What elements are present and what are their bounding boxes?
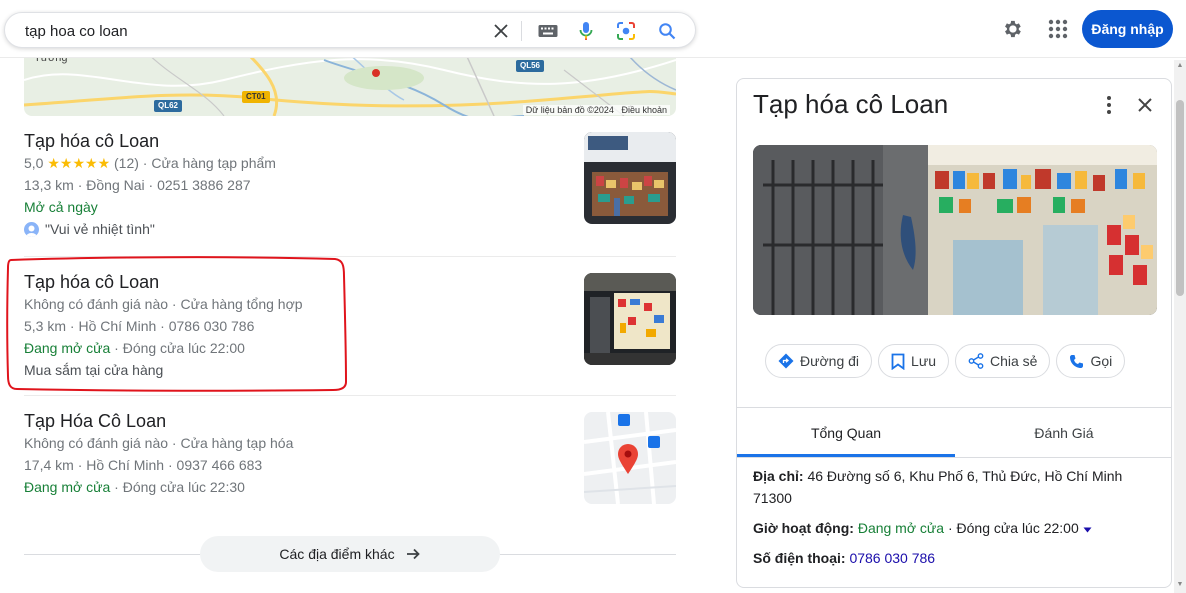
close-icon[interactable] [1133, 93, 1157, 117]
arrow-right-icon [406, 548, 420, 560]
open-status: Đang mở cửa [24, 479, 111, 495]
phone-link[interactable]: 0786 030 786 [849, 550, 935, 566]
login-button[interactable]: Đăng nhập [1082, 10, 1173, 48]
place-result[interactable]: Tạp hóa cô Loan 5,0 ★★★★★ (12) · Cửa hàn… [24, 130, 676, 257]
category: Cửa hàng tạp hóa [180, 435, 294, 451]
hours-label: Giờ hoạt động: [753, 520, 854, 536]
scroll-thumb[interactable] [1176, 100, 1184, 296]
address-label: Địa chỉ: [753, 468, 804, 484]
settings-gear-icon[interactable] [998, 15, 1026, 43]
panel-divider [737, 407, 1171, 408]
phone: 0251 3886 287 [157, 177, 251, 193]
scroll-up-arrow-icon[interactable]: ▲ [1176, 62, 1184, 70]
place-title[interactable]: Tạp Hóa Cô Loan [24, 410, 676, 432]
panel-title: Tạp hóa cô Loan [753, 89, 949, 119]
directions-button[interactable]: Đường đi [765, 344, 873, 378]
place-title[interactable]: Tạp hóa cô Loan [24, 130, 676, 152]
place-thumbnail[interactable] [584, 273, 676, 365]
share-icon [968, 353, 984, 369]
keyboard-icon[interactable] [536, 19, 560, 43]
place-result[interactable]: Tạp Hóa Cô Loan Không có đánh giá nào · … [24, 410, 676, 504]
clear-icon[interactable] [489, 19, 513, 43]
highlight-annotation [6, 256, 348, 392]
map-attribution: Dữ liệu bản đồ ©2024 Điều khoản [522, 105, 670, 115]
bookmark-icon [891, 353, 905, 370]
dropdown-caret-icon[interactable] [1083, 527, 1092, 533]
place-photo[interactable] [753, 145, 1157, 315]
knowledge-panel: Tạp hóa cô Loan Đường đi Lưu Chia sẻ Gọi… [736, 78, 1172, 588]
rating-value: 5,0 [24, 155, 44, 171]
top-bar: Đăng nhập [0, 0, 1186, 58]
panel-actions: Đường đi Lưu Chia sẻ Gọi [765, 344, 1126, 378]
map-terms-link[interactable]: Điều khoản [621, 105, 667, 115]
hours-row: Giờ hoạt động: Đang mở cửa · Đóng cửa lú… [753, 517, 1092, 539]
rating-line: 5,0 ★★★★★ (12) · Cửa hàng tạp phẩm [24, 155, 276, 171]
microphone-icon[interactable] [574, 19, 598, 43]
apps-grid-icon[interactable] [1044, 15, 1072, 43]
tab-overview[interactable]: Tổng Quan [737, 409, 955, 457]
location-line: 17,4 km · Hồ Chí Minh · 0937 466 683 [24, 457, 263, 473]
results-map[interactable]: Tương QL56 QL62 CT01 Dữ liệu bản đồ ©202… [24, 50, 676, 116]
rating-line: Không có đánh giá nào · Cửa hàng tạp hóa [24, 435, 294, 451]
category: Cửa hàng tạp phẩm [151, 155, 276, 171]
directions-icon [778, 353, 794, 369]
address-row: Địa chỉ: 46 Đường số 6, Khu Phố 6, Thủ Đ… [753, 465, 1143, 509]
road-badge: QL62 [154, 100, 183, 112]
phone: 0937 466 683 [176, 457, 263, 473]
lens-icon[interactable] [614, 19, 638, 43]
review-snippet: "Vui vẻ nhiệt tình" [24, 218, 676, 240]
tab-reviews[interactable]: Đánh Giá [955, 409, 1171, 457]
phone-icon [1070, 354, 1084, 368]
search-input[interactable] [25, 21, 465, 41]
road-badge: CT01 [242, 91, 270, 103]
place-thumbnail[interactable] [584, 132, 676, 224]
phone-row: Số điện thoại: 0786 030 786 [753, 547, 935, 569]
call-button[interactable]: Gọi [1056, 344, 1126, 378]
result-divider [24, 395, 676, 396]
phone-label: Số điện thoại: [753, 550, 846, 566]
more-places-label: Các địa điểm khác [279, 546, 395, 562]
scroll-down-arrow-icon[interactable]: ▼ [1176, 581, 1184, 589]
more-options-icon[interactable] [1097, 93, 1121, 117]
place-map-thumbnail[interactable] [584, 412, 676, 504]
open-status: Mở cả ngày [24, 199, 98, 215]
scrollbar[interactable]: ▲ ▼ [1174, 60, 1186, 593]
location-line: 13,3 km · Đồng Nai · 0251 3886 287 [24, 177, 251, 193]
hours-status: Đang mở cửa [857, 520, 945, 536]
search-box[interactable] [4, 12, 696, 48]
more-places-button[interactable]: Các địa điểm khác [200, 536, 500, 572]
share-button[interactable]: Chia sẻ [954, 344, 1051, 378]
star-rating-icon: ★★★★★ [47, 155, 111, 171]
search-icon[interactable] [655, 19, 679, 43]
user-avatar-icon [24, 221, 39, 237]
hours-closing[interactable]: Đóng cửa lúc 22:00 [957, 520, 1079, 536]
road-badge: QL56 [516, 60, 545, 72]
search-divider [521, 21, 522, 41]
address-value: 46 Đường số 6, Khu Phố 6, Thủ Đức, Hồ Ch… [753, 468, 1123, 506]
panel-divider [737, 457, 1171, 458]
review-count: (12) [114, 155, 139, 171]
save-button[interactable]: Lưu [878, 344, 949, 378]
hours-line: Đang mở cửa · Đóng cửa lúc 22:30 [24, 479, 245, 495]
